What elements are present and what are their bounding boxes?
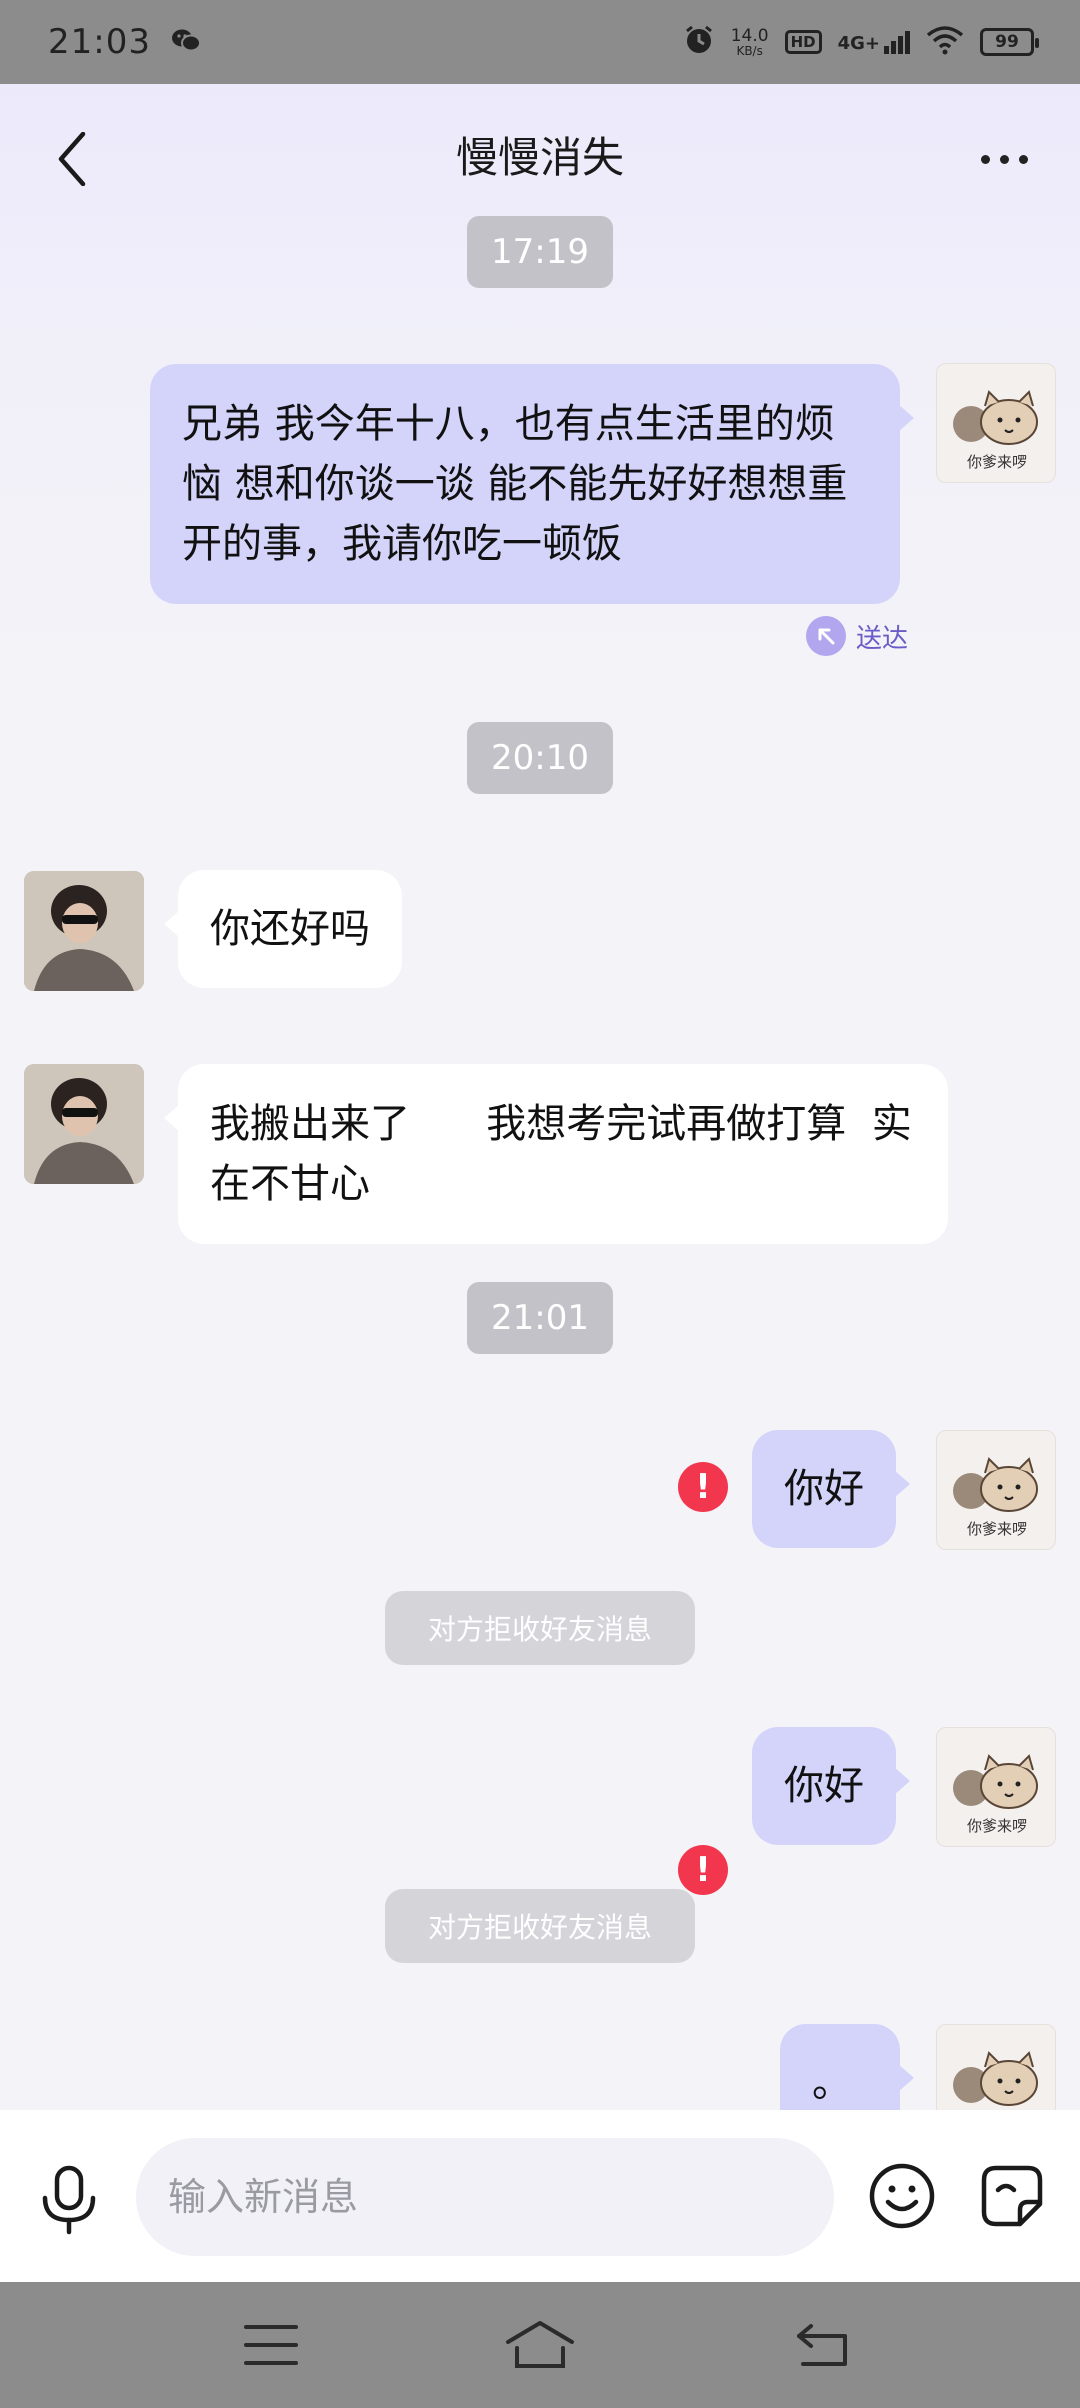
status-right: 14.0 KB/s HD 4G+ 99 [683, 24, 1039, 60]
svg-text:你爹来啰: 你爹来啰 [967, 1520, 1027, 1538]
back-nav-button[interactable] [788, 2312, 858, 2378]
more-button[interactable] [968, 124, 1040, 194]
message-bubble-outgoing[interactable]: 。 [780, 2024, 914, 2110]
voice-button[interactable] [34, 2160, 104, 2240]
net-speed: 14.0 KB/s [730, 25, 769, 58]
self-avatar[interactable]: 你爹来啰 [936, 363, 1056, 483]
signal-icon: 4G+ [837, 30, 910, 54]
network-label: 4G+ [837, 32, 880, 54]
delivered-icon [806, 616, 846, 656]
emoji-button[interactable] [866, 2160, 938, 2232]
net-speed-value: 14.0 [730, 25, 769, 46]
svg-text:你爹来啰: 你爹来啰 [967, 1817, 1027, 1835]
timestamp: 17:19 [467, 216, 613, 288]
message-bubble-outgoing[interactable]: 你好 [752, 1727, 910, 1845]
alarm-icon [683, 24, 715, 60]
net-speed-unit: KB/s [736, 43, 763, 58]
cat-sticker-icon: 你爹来啰 [953, 1754, 1038, 1835]
message-bubble-incoming[interactable]: 你还好吗 [164, 870, 402, 988]
emoji-icon [869, 2163, 935, 2229]
send-failed-icon[interactable]: ! [678, 1462, 728, 1512]
cat-sticker-icon: 你爹来啰 [953, 1457, 1038, 1538]
self-avatar[interactable]: 你爹来啰 [936, 1727, 1056, 1847]
more-icon [980, 154, 990, 164]
self-avatar[interactable] [936, 2024, 1056, 2110]
message-bubble-outgoing[interactable]: 兄弟 我今年十八，也有点生活里的烦恼 想和你谈一谈 能不能先好好想想重开的事，我… [150, 364, 914, 604]
status-bar: 21:03 14.0 KB/s HD 4G+ 99 [0, 0, 1080, 84]
cat-sticker-icon [953, 2051, 1038, 2106]
mic-icon [42, 2165, 96, 2235]
back-nav-icon [797, 2324, 847, 2366]
home-icon [506, 2321, 574, 2368]
chat-area[interactable]: 慢慢消失 17:19 兄弟 我今年十八，也有点生活里的烦恼 想和你谈一谈 能不能… [0, 84, 1080, 2110]
svg-text:你爹来啰: 你爹来啰 [967, 453, 1027, 471]
contact-avatar[interactable] [24, 871, 144, 991]
battery-icon: 99 [980, 28, 1039, 56]
chat-header: 慢慢消失 [0, 84, 1080, 214]
system-notice: 对方拒收好友消息 [385, 1889, 695, 1963]
send-failed-icon[interactable]: ! [678, 1845, 728, 1895]
system-notice: 对方拒收好友消息 [385, 1591, 695, 1665]
person-photo-icon [24, 871, 144, 991]
status-time: 21:03 [48, 22, 151, 62]
sticker-button[interactable] [976, 2160, 1048, 2232]
message-bubble-incoming[interactable]: 我搬出来了 我想考完试再做打算 实在不甘心 [164, 1064, 948, 1244]
message-input[interactable] [136, 2138, 834, 2256]
chat-title: 慢慢消失 [455, 133, 624, 182]
wechat-icon [171, 27, 201, 57]
timestamp: 20:10 [467, 722, 613, 794]
hd-icon: HD [784, 30, 822, 54]
delivery-status: 送达 [806, 616, 908, 656]
self-avatar[interactable]: 你爹来啰 [936, 1430, 1056, 1550]
person-photo-icon [24, 1064, 144, 1184]
timestamp: 21:01 [467, 1282, 613, 1354]
menu-nav-button[interactable] [236, 2312, 306, 2378]
delivered-label: 送达 [856, 623, 909, 654]
wifi-icon [926, 25, 964, 59]
status-left: 21:03 [48, 22, 201, 62]
cat-sticker-icon: 你爹来啰 [953, 390, 1038, 471]
message-bubble-outgoing[interactable]: 你好 [752, 1430, 910, 1548]
home-nav-button[interactable] [505, 2312, 575, 2378]
contact-avatar[interactable] [24, 1064, 144, 1184]
input-bar [0, 2110, 1080, 2282]
sticker-icon [981, 2165, 1043, 2227]
navigation-bar [0, 2282, 1080, 2408]
menu-icon [244, 2325, 298, 2365]
